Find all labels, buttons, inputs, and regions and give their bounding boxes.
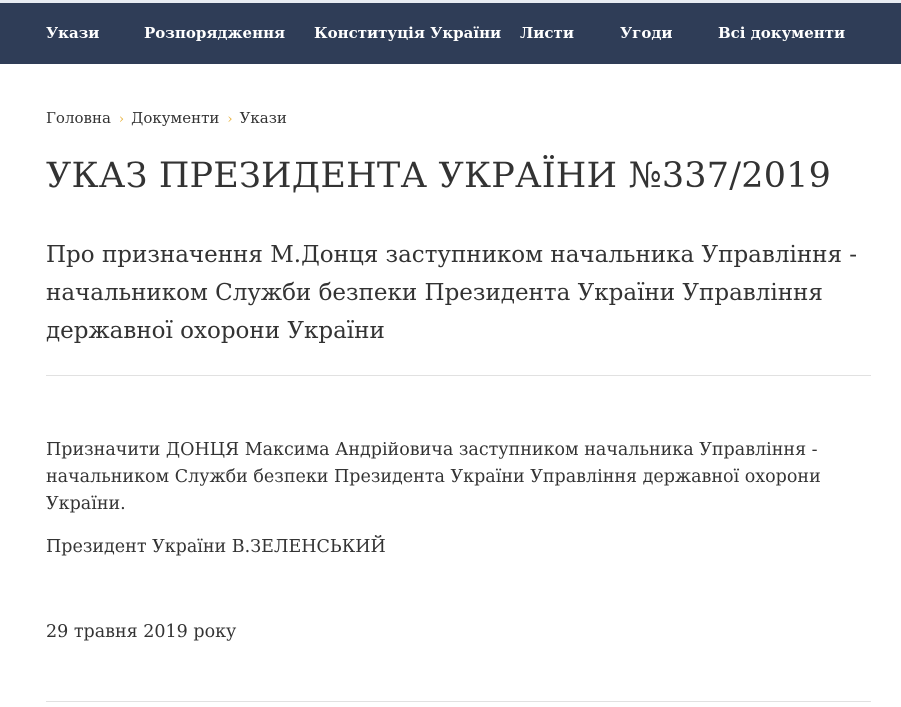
breadcrumb-ukazy[interactable]: Укази	[240, 109, 287, 127]
decree-text: Призначити ДОНЦЯ Максима Андрійовича зас…	[46, 440, 821, 514]
nav-item-konstytutsiia[interactable]: Конституція України	[314, 24, 501, 42]
document-subtitle: Про призначення М.Донця заступником нача…	[46, 242, 858, 344]
top-navigation-bar: Укази Розпорядження Конституція України …	[0, 0, 901, 64]
breadcrumb-home[interactable]: Головна	[46, 109, 111, 127]
document-date: 29 травня 2019 року	[46, 622, 237, 642]
nav-item-uhody[interactable]: Угоди	[620, 24, 673, 42]
nav-item-all-documents[interactable]: Всі документи	[718, 24, 845, 42]
chevron-right-icon: ›	[227, 112, 233, 127]
nav-top-edge	[0, 0, 901, 3]
page-title: УКАЗ ПРЕЗИДЕНТА УКРАЇНИ №337/2019	[46, 156, 832, 196]
nav-item-ukazy[interactable]: Укази	[46, 24, 99, 42]
divider	[46, 701, 871, 702]
nav-item-rozporiadzhennia[interactable]: Розпорядження	[144, 24, 285, 42]
nav-item-lysty[interactable]: Листи	[520, 24, 574, 42]
breadcrumb-documents[interactable]: Документи	[131, 109, 219, 127]
signature: Президент України В.ЗЕЛЕНСЬКИЙ	[46, 537, 386, 557]
breadcrumb: Головна › Документи › Укази	[46, 108, 287, 128]
chevron-right-icon: ›	[118, 112, 125, 127]
divider	[46, 375, 871, 376]
